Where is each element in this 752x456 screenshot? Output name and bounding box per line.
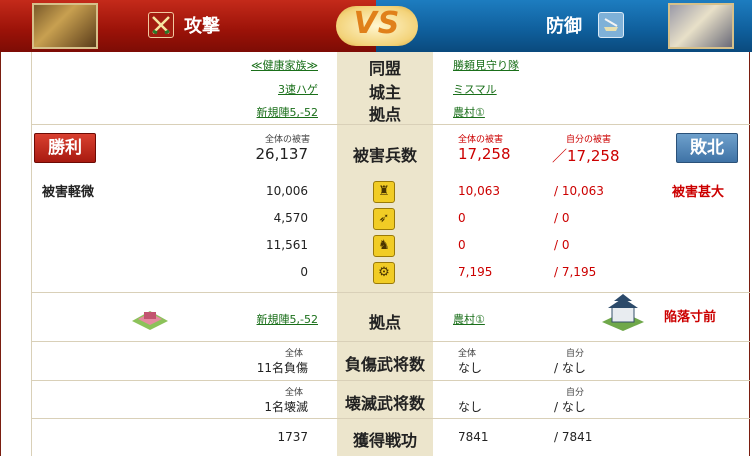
divider xyxy=(31,418,750,419)
siege-icon: ⚙ xyxy=(373,262,395,284)
def-self-siege-loss: / 7,195 xyxy=(554,265,597,279)
cavalry-icon: ♞ xyxy=(373,235,395,257)
def-spear-loss: 10,063 xyxy=(458,184,500,198)
def-siege-loss: 7,195 xyxy=(458,265,493,279)
att-total-damage-caption: 全体の被害 xyxy=(264,135,310,145)
def-self-cavalry-loss: / 0 xyxy=(554,238,570,252)
att-cavalry-loss: 11,561 xyxy=(266,238,308,252)
attacker-base-link[interactable]: 新規陣5,-52 xyxy=(200,104,318,120)
defender-title: 防御 xyxy=(546,16,582,37)
def-self-destroyed: / なし xyxy=(554,400,586,414)
att-total-damage: 26,137 xyxy=(255,145,309,163)
defender-base-status: 陥落寸前 xyxy=(664,310,717,325)
att-archer-loss: 4,570 xyxy=(273,211,308,225)
destroyed-label: 壊滅武将数 xyxy=(344,394,425,413)
att-merit: 1737 xyxy=(277,430,308,444)
att-injured: 11名負傷 xyxy=(256,361,308,375)
shield-sword-icon xyxy=(598,12,624,38)
def-destroyed: なし xyxy=(458,400,483,414)
defender-portrait xyxy=(668,3,734,49)
def-total-damage: 17,258 xyxy=(458,145,511,163)
def-total-damage-caption: 全体の被害 xyxy=(458,135,504,145)
def-merit: 7841 xyxy=(458,430,489,444)
att-destroyed-caption: 全体 xyxy=(285,388,304,398)
attacker-lord-link[interactable]: 3速ハゲ xyxy=(200,81,318,97)
attacker-status: 被害軽微 xyxy=(42,185,95,200)
def-injured: なし xyxy=(458,361,483,375)
attacker-alliance-link[interactable]: ≪健康家族≫ xyxy=(200,57,318,73)
divider xyxy=(31,380,750,381)
injured-label: 負傷武将数 xyxy=(344,355,425,374)
damage-label: 被害兵数 xyxy=(352,146,417,165)
def-self-destroyed-caption: 自分 xyxy=(566,388,585,398)
def-archer-loss: 0 xyxy=(458,211,466,225)
def-injured-caption: 全体 xyxy=(458,349,477,359)
def-self-merit: / 7841 xyxy=(554,430,593,444)
crossed-swords-icon xyxy=(148,12,174,38)
def-self-spear-loss: / 10,063 xyxy=(554,184,604,198)
vs-emblem: VS xyxy=(330,0,424,54)
att-siege-loss: 0 xyxy=(300,265,308,279)
attacker-base-row-link[interactable]: 新規陣5,-52 xyxy=(200,311,318,327)
lord-label: 城主 xyxy=(368,83,401,102)
left-border xyxy=(31,52,32,456)
defender-base-row-link[interactable]: 農村① xyxy=(453,311,485,327)
victory-badge: 勝利 xyxy=(34,133,96,163)
castle-icon xyxy=(598,292,648,332)
def-self-damage-caption: 自分の被害 xyxy=(566,135,612,145)
base-label: 拠点 xyxy=(368,105,401,124)
def-self-damage: ／17,258 xyxy=(552,147,620,165)
merit-label: 獲得戦功 xyxy=(352,431,417,450)
base-row-label: 拠点 xyxy=(368,313,401,332)
vs-text: VS xyxy=(353,6,401,41)
divider xyxy=(31,341,750,342)
camp-icon xyxy=(130,303,170,331)
defender-alliance-link[interactable]: 勝頼見守り隊 xyxy=(453,57,519,73)
def-self-injured: / なし xyxy=(554,361,586,375)
defender-status: 被害甚大 xyxy=(672,185,725,200)
attacker-title: 攻撃 xyxy=(184,16,220,37)
def-self-injured-caption: 自分 xyxy=(566,349,585,359)
battle-header: 攻撃 防御 VS xyxy=(0,0,752,52)
def-self-archer-loss: / 0 xyxy=(554,211,570,225)
defeat-badge: 敗北 xyxy=(676,133,738,163)
attacker-portrait xyxy=(32,3,98,49)
defender-base-link[interactable]: 農村① xyxy=(453,104,485,120)
archer-icon: ➶ xyxy=(373,208,395,230)
defender-lord-link[interactable]: ミスマル xyxy=(453,81,497,97)
att-spear-loss: 10,006 xyxy=(266,184,308,198)
spearman-icon: ♜ xyxy=(373,181,395,203)
att-injured-caption: 全体 xyxy=(285,349,304,359)
alliance-label: 同盟 xyxy=(368,59,401,78)
def-cavalry-loss: 0 xyxy=(458,238,466,252)
att-destroyed: 1名壊滅 xyxy=(264,400,308,414)
